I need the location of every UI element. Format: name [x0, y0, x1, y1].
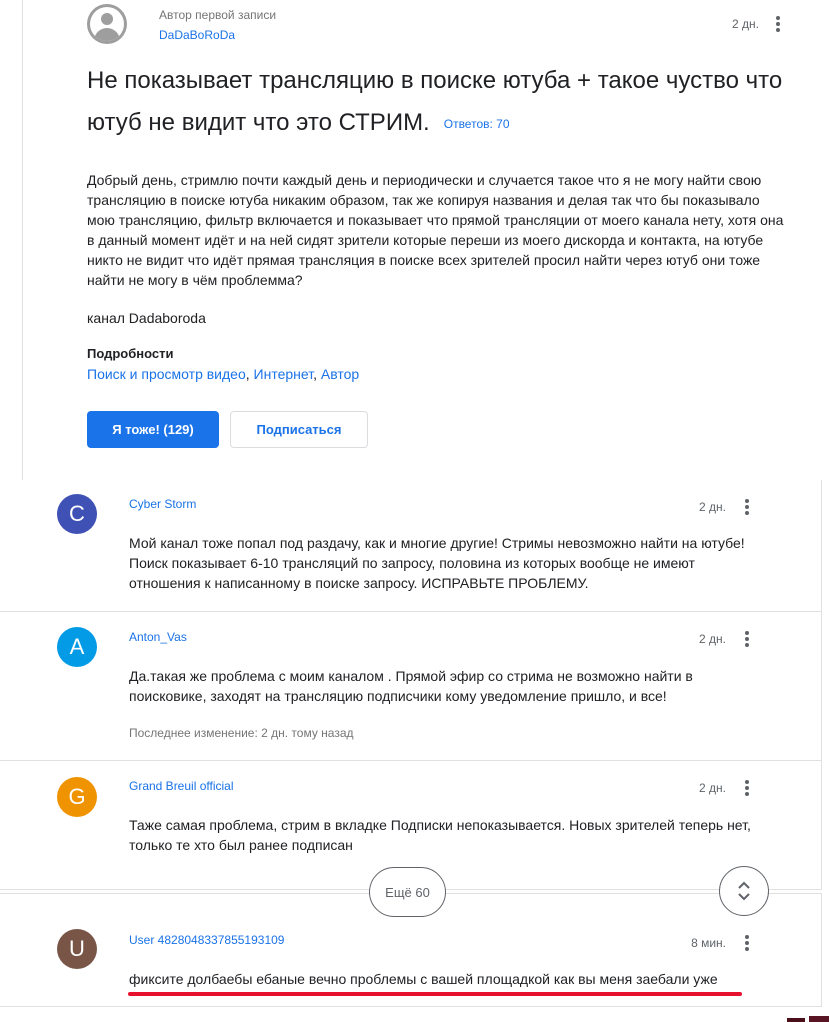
reply-item: U User 4828048337855193109 8 мин. фиксит…	[0, 894, 822, 1006]
reply-item: C Cyber Storm 2 дн. Мой канал тоже попал…	[0, 480, 822, 611]
replies-count[interactable]: Ответов: 70	[444, 117, 510, 131]
details-links: Поиск и просмотр видео, Интернет, Автор	[87, 366, 360, 382]
reply-author-name[interactable]: User 4828048337855193109	[129, 933, 284, 947]
more-vert-icon[interactable]	[744, 499, 750, 517]
reply-text: Да.такая же проблема с моим каналом . Пр…	[129, 668, 693, 704]
author-role-label: Автор первой записи	[159, 8, 277, 22]
reply-text: Таже самая проблема, стрим в вкладке Под…	[129, 817, 751, 853]
details-link-author[interactable]: Автор	[321, 366, 359, 382]
reply-author-name[interactable]: Grand Breuil official	[129, 779, 234, 793]
subscribe-button[interactable]: Подписаться	[230, 411, 368, 448]
more-vert-icon[interactable]	[744, 935, 750, 953]
original-post: Автор первой записи DaDaBoRoDa 2 дн. Не …	[0, 0, 829, 480]
edited-note: Последнее изменение: 2 дн. тому назад	[129, 726, 354, 740]
avatar[interactable]: C	[57, 494, 97, 534]
post-timestamp: 2 дн.	[732, 17, 759, 31]
reply-timestamp: 2 дн.	[699, 632, 726, 646]
post-border	[22, 0, 23, 480]
highlight-underline	[128, 992, 742, 996]
avatar[interactable]: U	[57, 929, 97, 969]
avatar[interactable]: A	[57, 627, 97, 667]
me-too-button[interactable]: Я тоже! (129)	[87, 411, 219, 448]
reply-timestamp: 2 дн.	[699, 500, 726, 514]
details-label: Подробности	[87, 346, 174, 361]
more-vert-icon[interactable]	[775, 16, 781, 34]
reply-item: A Anton_Vas 2 дн. Да.такая же проблема с…	[0, 612, 822, 760]
reply-timestamp: 8 мин.	[691, 936, 726, 950]
reply-timestamp: 2 дн.	[699, 781, 726, 795]
corner-mark	[787, 1016, 829, 1022]
reply-text: Мой канал тоже попал под раздачу, как и …	[129, 535, 745, 591]
reply-divider	[0, 1006, 822, 1007]
post-channel-line: канал Dadaboroda	[87, 310, 206, 326]
author-name-link[interactable]: DaDaBoRoDa	[159, 28, 235, 42]
post-title-text: Не показывает трансляцию в поиске ютуба …	[87, 67, 783, 136]
reply-text: фиксите долбаебы ебаные вечно проблемы с…	[129, 971, 718, 987]
post-title: Не показывает трансляцию в поиске ютуба …	[87, 60, 787, 145]
details-link-search[interactable]: Поиск и просмотр видео	[87, 366, 246, 382]
more-vert-icon[interactable]	[744, 780, 750, 798]
details-link-internet[interactable]: Интернет	[254, 366, 314, 382]
reply-author-name[interactable]: Anton_Vas	[129, 630, 187, 644]
account-circle-icon	[87, 4, 127, 44]
reply-author-name[interactable]: Cyber Storm	[129, 497, 196, 511]
avatar[interactable]: G	[57, 777, 97, 817]
more-vert-icon[interactable]	[744, 631, 750, 649]
post-body: Добрый день, стримлю почти каждый день и…	[87, 172, 784, 288]
